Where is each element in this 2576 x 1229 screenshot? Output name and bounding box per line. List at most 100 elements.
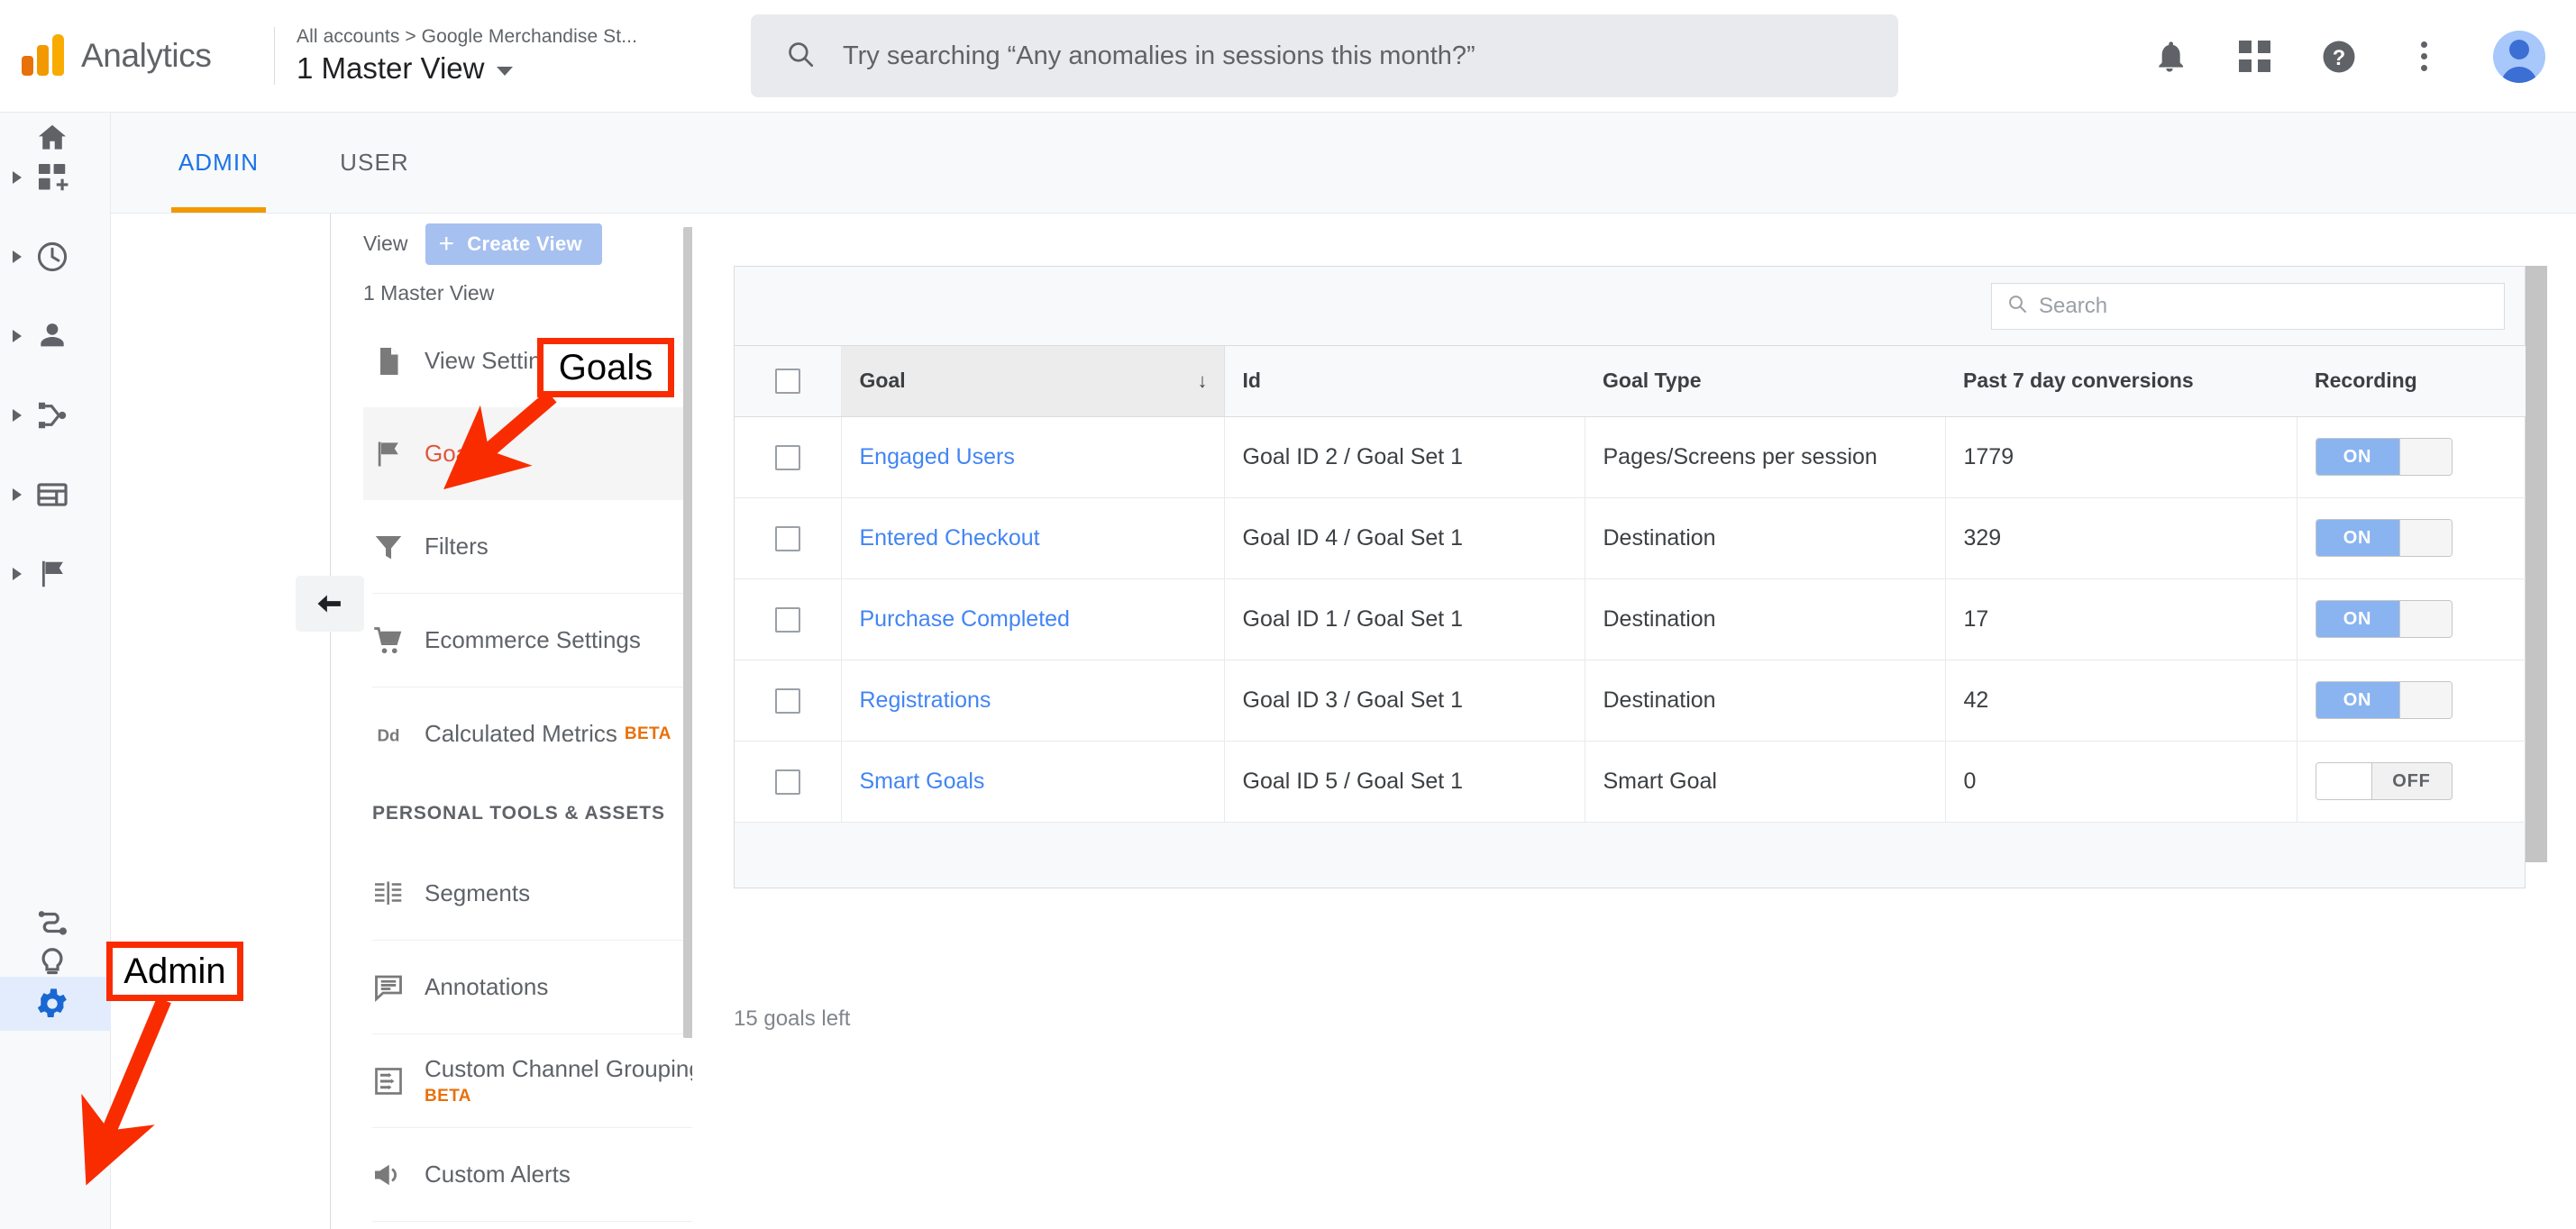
clock-icon: [32, 237, 72, 277]
row-select-cell: [735, 578, 842, 660]
sidebar-item-customization[interactable]: [0, 152, 111, 203]
tab-user[interactable]: USER: [327, 112, 422, 213]
goal-type-cell: Destination: [1585, 578, 1946, 660]
column-header-goal[interactable]: Goal ↓: [841, 346, 1225, 417]
recording-toggle[interactable]: ON: [2315, 519, 2453, 557]
expand-arrow-icon[interactable]: [13, 330, 22, 342]
sidebar-item-scheduled-emails[interactable]: Scheduled Emails: [363, 1222, 692, 1229]
column-header-id[interactable]: Id: [1224, 346, 1585, 417]
create-view-button[interactable]: + Create View: [425, 223, 602, 265]
recording-toggle[interactable]: ON: [2315, 681, 2453, 719]
sidebar-item-audience[interactable]: [0, 311, 111, 361]
expand-arrow-icon[interactable]: [13, 171, 22, 184]
notifications-bell-icon[interactable]: [2149, 36, 2190, 77]
sidebar-item-conversions[interactable]: [0, 549, 111, 599]
cart-icon: [372, 624, 425, 657]
brand-name: Analytics: [81, 37, 212, 74]
expand-arrow-icon[interactable]: [13, 250, 22, 263]
sidebar-item-label: Goals: [425, 440, 486, 467]
goal-link[interactable]: Registrations: [860, 687, 991, 713]
row-checkbox[interactable]: [774, 687, 800, 714]
row-checkbox[interactable]: [774, 769, 800, 795]
goals-left-wrap: 15 goals left: [692, 1006, 2576, 1042]
search-input[interactable]: [843, 41, 1834, 71]
sidebar-item-acquisition[interactable]: [0, 390, 111, 441]
conversions-cell: 1779: [1945, 416, 2297, 498]
customization-icon: [32, 158, 72, 197]
table-row: Entered Checkout Goal ID 4 / Goal Set 1 …: [735, 497, 2526, 579]
table-search-box[interactable]: [1991, 282, 2505, 330]
sidebar-item-ecommerce-settings[interactable]: Ecommerce Settings: [363, 594, 692, 687]
column-header-conversions[interactable]: Past 7 day conversions: [1945, 346, 2297, 417]
arrow-left-icon: [317, 595, 341, 613]
beta-badge: BETA: [624, 724, 671, 743]
row-checkbox[interactable]: [774, 606, 800, 633]
svg-text:Dd: Dd: [378, 725, 400, 744]
sidebar-item-segments[interactable]: Segments: [363, 847, 692, 940]
section-label: PERSONAL TOOLS & ASSETS: [372, 803, 665, 824]
recording-toggle[interactable]: ON: [2315, 600, 2453, 638]
sidebar-item-realtime[interactable]: [0, 232, 111, 282]
goal-link[interactable]: Engaged Users: [860, 444, 1015, 469]
sidebar-item-custom-alerts[interactable]: Custom Alerts: [363, 1128, 692, 1221]
sidebar-item-goals[interactable]: Goals: [363, 407, 692, 500]
expand-arrow-icon[interactable]: [13, 409, 22, 422]
analytics-logo-icon: [20, 32, 67, 79]
account-view-selector[interactable]: All accounts > Google Merchandise St... …: [297, 26, 720, 86]
row-checkbox[interactable]: [774, 444, 800, 470]
collapse-panel-button[interactable]: [296, 576, 364, 632]
toggle-knob: [2398, 601, 2452, 637]
header-divider: [274, 27, 275, 85]
recording-cell: OFF: [2297, 741, 2526, 823]
main-scrollbar[interactable]: [2526, 266, 2547, 862]
sidebar-item-annotations[interactable]: Annotations: [363, 941, 692, 1033]
avatar[interactable]: [2493, 30, 2545, 83]
column-header-goal-type[interactable]: Goal Type: [1585, 346, 1945, 417]
sidebar-item-calculated-metrics[interactable]: Dd Calculated Metrics BETA: [363, 687, 692, 780]
select-all-checkbox[interactable]: [774, 369, 800, 395]
goals-table-container: Goal ↓ Id Goal Type Past 7 day conversio…: [734, 266, 2526, 888]
goal-link[interactable]: Smart Goals: [860, 769, 985, 794]
toggle-knob: [2316, 763, 2372, 799]
top-app-bar: Analytics All accounts > Google Merchand…: [0, 0, 2576, 113]
conversions-cell: 42: [1945, 660, 2297, 742]
sidebar-item-label: Custom Alerts: [425, 1161, 571, 1188]
recording-toggle[interactable]: ON: [2315, 438, 2453, 476]
beta-badge: BETA: [425, 1087, 471, 1106]
goals-table: Goal ↓ Id Goal Type Past 7 day conversio…: [735, 346, 2526, 823]
expand-arrow-icon[interactable]: [13, 568, 22, 580]
chevron-down-icon[interactable]: [497, 67, 514, 76]
help-question-icon[interactable]: ?: [2318, 36, 2360, 77]
annotation-label-admin: Admin: [106, 942, 243, 1001]
recording-toggle[interactable]: OFF: [2315, 762, 2453, 800]
sidebar-item-label: Segments: [425, 879, 531, 906]
select-all-header: [735, 346, 842, 417]
toggle-state-label: ON: [2316, 439, 2399, 475]
row-checkbox[interactable]: [774, 525, 800, 551]
goal-link[interactable]: Entered Checkout: [860, 525, 1040, 551]
sidebar-item-behavior[interactable]: [0, 469, 111, 520]
goal-type-cell: Destination: [1585, 660, 1946, 742]
goal-name-cell: Registrations: [841, 660, 1225, 742]
segments-icon: [372, 878, 425, 910]
conversions-cell: 329: [1945, 497, 2297, 579]
table-search-input[interactable]: [2039, 293, 2453, 319]
search-icon: [785, 39, 816, 74]
expand-arrow-icon[interactable]: [13, 488, 22, 501]
share-nodes-icon: [32, 396, 72, 435]
tab-admin[interactable]: ADMIN: [171, 112, 266, 213]
left-nav-rail: [0, 113, 111, 1229]
goal-link[interactable]: Purchase Completed: [860, 606, 1070, 632]
sidebar-item-custom-channel-grouping[interactable]: Custom Channel Grouping BETA: [363, 1034, 692, 1127]
logo-and-brand[interactable]: Analytics: [0, 32, 270, 79]
global-search-box[interactable]: [751, 14, 1898, 97]
sidebar-item-filters[interactable]: Filters: [363, 500, 692, 593]
column-header-recording[interactable]: Recording: [2297, 346, 2526, 417]
sidebar-item-admin[interactable]: [0, 977, 111, 1031]
channel-grouping-icon: [372, 1065, 425, 1097]
goal-name-cell: Entered Checkout: [841, 497, 1225, 579]
more-kebab-icon[interactable]: [2403, 36, 2444, 77]
table-footer-strip: [735, 822, 2525, 888]
document-icon: [372, 345, 425, 378]
apps-grid-icon[interactable]: [2233, 36, 2275, 77]
